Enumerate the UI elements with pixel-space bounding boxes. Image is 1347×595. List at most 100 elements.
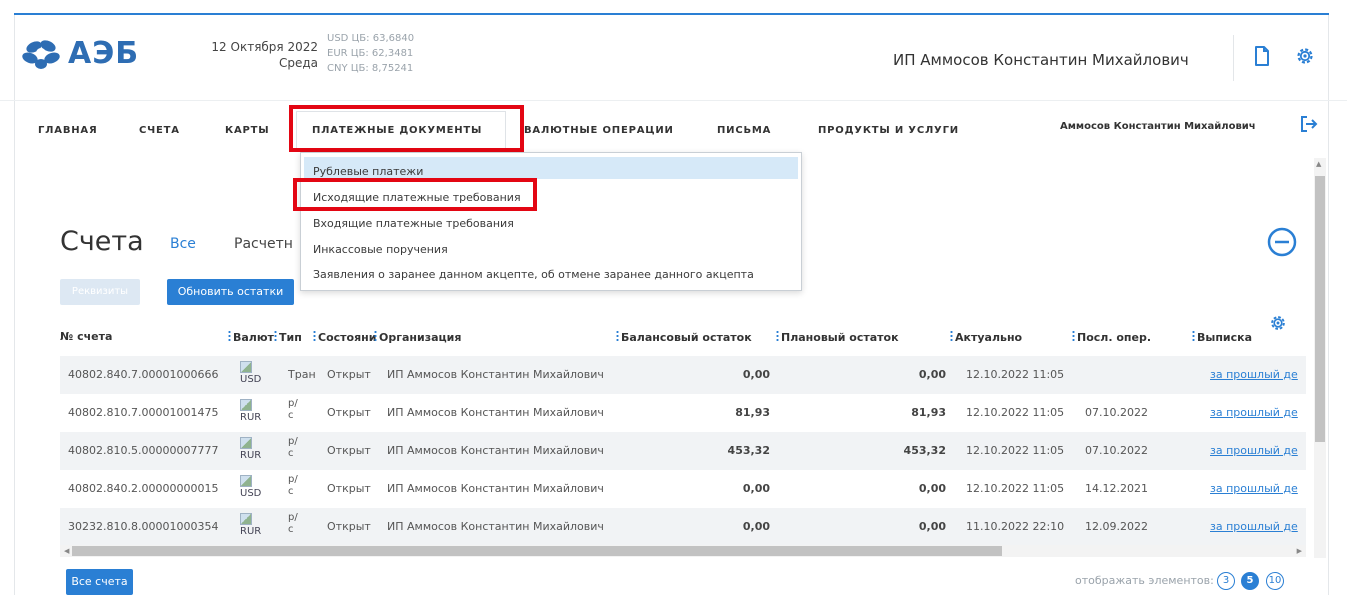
header-divider: [1233, 35, 1234, 81]
nav-item-products[interactable]: ПРОДУКТЫ И УСЛУГИ: [818, 125, 959, 136]
drag-handle-icon[interactable]: [313, 330, 316, 343]
planned-balance: 81,93: [911, 406, 946, 419]
scroll-up-icon[interactable]: ▲: [1316, 160, 1321, 168]
currency-cell: USD: [240, 475, 266, 499]
menu-item-incoming-requirements[interactable]: Входящие платежные требования: [313, 217, 514, 230]
nav-item-currency-ops[interactable]: ВАЛЮТНЫЕ ОПЕРАЦИИ: [524, 125, 674, 136]
col-header-state[interactable]: Состояние: [313, 330, 377, 344]
gear-icon[interactable]: [1295, 46, 1315, 66]
col-header-planned[interactable]: Плановый остаток: [776, 330, 899, 344]
currency-code: RUR: [240, 450, 262, 461]
organization: ИП Аммосов Константин Михайлович: [387, 482, 604, 495]
currency-cell: RUR: [240, 513, 266, 537]
drag-handle-icon[interactable]: [616, 330, 619, 343]
vertical-scroll-thumb[interactable]: [1315, 176, 1325, 442]
document-icon[interactable]: [1254, 46, 1270, 66]
logout-icon[interactable]: [1299, 114, 1319, 134]
col-header-type[interactable]: Тип: [274, 330, 302, 344]
planned-balance: 0,00: [918, 520, 946, 533]
col-label: Организация: [379, 331, 462, 344]
col-label: Плановый остаток: [781, 331, 899, 344]
col-label: Актуально: [955, 331, 1023, 344]
account-state: Открыт: [327, 368, 371, 381]
col-header-currency[interactable]: Валют: [228, 330, 274, 344]
nav-item-payment-docs[interactable]: ПЛАТЕЖНЫЕ ДОКУМЕНТЫ: [312, 125, 482, 136]
tab-settlement[interactable]: Расчетн: [234, 236, 293, 252]
header-user-name[interactable]: ИП Аммосов Константин Михайлович: [893, 51, 1189, 69]
statement-link[interactable]: за прошлый де: [1210, 482, 1298, 495]
currency-code: RUR: [240, 412, 262, 423]
logo-icon: [22, 39, 60, 69]
actual-time: 12.10.2022 11:05: [966, 406, 1065, 419]
drag-handle-icon[interactable]: [1072, 330, 1075, 343]
balance: 0,00: [742, 368, 770, 381]
table-row[interactable]: 40802.810.7.00001001475 RUR р/с Открыт И…: [60, 394, 1306, 432]
menu-item-collection-orders[interactable]: Инкассовые поручения: [313, 243, 448, 256]
scroll-left-icon[interactable]: ◀: [64, 547, 69, 555]
planned-balance: 0,00: [918, 482, 946, 495]
drag-handle-icon[interactable]: [1192, 330, 1195, 343]
col-header-statement[interactable]: Выписка: [1192, 330, 1252, 344]
table-row[interactable]: 40802.840.2.00000000015 USD р/с Открыт И…: [60, 470, 1306, 508]
menu-item-outgoing-requirements[interactable]: Исходящие платежные требования: [313, 191, 521, 204]
statement-link[interactable]: за прошлый де: [1210, 444, 1298, 457]
col-header-org[interactable]: Организация: [374, 330, 461, 344]
drag-handle-icon[interactable]: [776, 330, 779, 343]
nav-user-name[interactable]: Аммосов Константин Михайлович: [1060, 121, 1256, 132]
scroll-right-icon[interactable]: ▶: [1297, 547, 1302, 555]
actual-time: 11.10.2022 22:10: [966, 520, 1065, 533]
nav-item-accounts[interactable]: СЧЕТА: [139, 125, 180, 136]
col-label: Балансовый остаток: [621, 331, 752, 344]
page-size-5[interactable]: 5: [1241, 572, 1259, 590]
statement-link[interactable]: за прошлый де: [1210, 520, 1298, 533]
statement-link[interactable]: за прошлый де: [1210, 368, 1298, 381]
account-number: 40802.810.7.00001001475: [68, 406, 219, 419]
last-operation: 07.10.2022: [1085, 444, 1148, 457]
horizontal-scrollbar[interactable]: ◀ ▶: [60, 545, 1306, 557]
all-accounts-button[interactable]: Все счета: [66, 569, 133, 595]
drag-handle-icon[interactable]: [950, 330, 953, 343]
horizontal-scroll-thumb[interactable]: [72, 546, 1002, 556]
account-type: р/с: [288, 398, 298, 421]
nav-item-home[interactable]: ГЛАВНАЯ: [38, 125, 97, 136]
table-row[interactable]: 40802.810.5.00000007777 RUR р/с Открыт И…: [60, 432, 1306, 470]
refresh-balances-button[interactable]: Обновить остатки: [167, 279, 294, 305]
weekday-text: Среда: [278, 56, 318, 70]
col-header-last-op[interactable]: Посл. опер.: [1072, 330, 1151, 344]
col-header-account[interactable]: № счета: [60, 330, 112, 343]
date-text: 12 Октября 2022: [211, 40, 318, 54]
nav-item-letters[interactable]: ПИСЬМА: [717, 125, 771, 136]
table-row[interactable]: 30232.810.8.00001000354 RUR р/с Открыт И…: [60, 508, 1306, 546]
balance: 453,32: [727, 444, 770, 457]
currency-cell: USD: [240, 361, 266, 385]
col-label: Выписка: [1197, 331, 1253, 344]
flag-image-icon: [240, 437, 252, 449]
table-row[interactable]: 40802.840.7.00001000666 USD Тран Открыт …: [60, 356, 1306, 394]
account-state: Открыт: [327, 482, 371, 495]
tab-all[interactable]: Все: [170, 236, 196, 252]
table-settings-gear-icon[interactable]: [1269, 314, 1287, 332]
nav-item-cards[interactable]: КАРТЫ: [225, 125, 269, 136]
menu-item-acceptance-statements[interactable]: Заявления о заранее данном акцепте, об о…: [313, 268, 754, 281]
account-number: 40802.840.2.00000000015: [68, 482, 219, 495]
drag-handle-icon[interactable]: [274, 330, 277, 343]
drag-handle-icon[interactable]: [374, 330, 377, 343]
page-size-3[interactable]: 3: [1217, 572, 1235, 590]
statement-link[interactable]: за прошлый де: [1210, 406, 1298, 419]
menu-item-ruble-payments[interactable]: Рублевые платежи: [313, 165, 423, 178]
brand-logo[interactable]: АЭБ: [22, 36, 139, 71]
account-state: Открыт: [327, 520, 371, 533]
drag-handle-icon[interactable]: [228, 330, 231, 343]
vertical-scrollbar[interactable]: ▲: [1314, 158, 1326, 558]
collapse-icon[interactable]: [1266, 226, 1298, 258]
organization: ИП Аммосов Константин Михайлович: [387, 368, 604, 381]
actual-time: 12.10.2022 11:05: [966, 482, 1065, 495]
rate-eur: EUR ЦБ: 62,3481: [327, 48, 414, 59]
account-type: р/с: [288, 474, 298, 497]
page-size-10[interactable]: 10: [1266, 572, 1284, 590]
rate-cny: CNY ЦБ: 8,75241: [327, 63, 414, 74]
requisites-button[interactable]: Реквизиты: [60, 279, 140, 305]
col-header-balance[interactable]: Балансовый остаток: [616, 330, 752, 344]
currency-code: RUR: [240, 526, 262, 537]
col-header-actual[interactable]: Актуально: [950, 330, 1022, 344]
